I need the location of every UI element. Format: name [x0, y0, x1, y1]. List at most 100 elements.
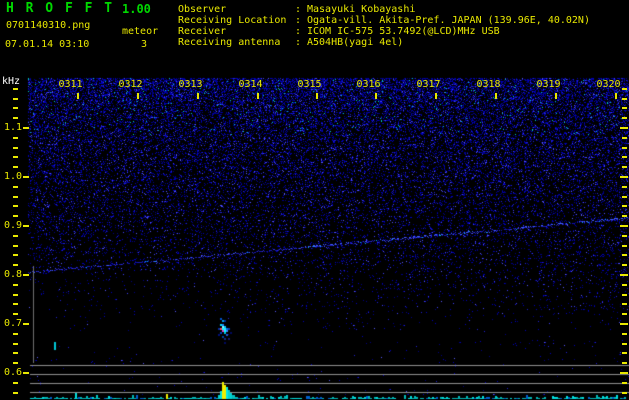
freq-tick-label: 0.7 — [3, 318, 22, 329]
freq-minor-tick — [13, 137, 18, 139]
freq-minor-tick-right — [622, 284, 627, 286]
freq-tick-mark-right — [620, 225, 628, 227]
info-label: Observer — [178, 4, 227, 15]
freq-minor-tick-right — [622, 117, 627, 119]
freq-minor-tick — [13, 294, 18, 296]
freq-minor-tick — [13, 284, 18, 286]
freq-minor-tick-right — [622, 235, 627, 237]
app-version: 1.00 — [122, 2, 151, 16]
freq-tick-label: 1.1 — [3, 122, 22, 133]
info-row: Receiving antenna: A504HB(yagi 4el) — [178, 37, 590, 48]
freq-minor-tick — [13, 362, 18, 364]
freq-tick-mark — [23, 274, 29, 276]
freq-minor-tick-right — [622, 137, 627, 139]
info-colon: : — [295, 37, 308, 48]
time-tick-mark — [495, 93, 497, 99]
freq-minor-tick — [13, 313, 18, 315]
info-row: Observer: Masayuki Kobayashi — [178, 4, 590, 15]
freq-minor-tick-right — [622, 294, 627, 296]
hrofft-screen: H R O F F T 1.00 0701140310.png meteor 0… — [0, 0, 629, 400]
info-colon: : — [295, 15, 308, 26]
freq-minor-tick — [13, 156, 18, 158]
time-tick-mark — [375, 93, 377, 99]
freq-minor-tick — [13, 382, 18, 384]
freq-minor-tick-right — [622, 196, 627, 198]
info-colon: : — [295, 4, 308, 15]
freq-tick-label: 0.8 — [3, 269, 22, 280]
freq-minor-tick-right — [622, 313, 627, 315]
time-tick-mark — [197, 93, 199, 99]
freq-minor-tick — [13, 264, 18, 266]
time-tick-mark — [615, 93, 617, 99]
time-tick-label: 0319 — [536, 79, 561, 90]
freq-tick-mark — [23, 225, 29, 227]
time-tick-label: 0318 — [476, 79, 501, 90]
info-value: A504HB(yagi 4el) — [307, 37, 404, 48]
time-tick-mark — [435, 93, 437, 99]
freq-tick-mark — [23, 176, 29, 178]
freq-minor-tick — [13, 254, 18, 256]
freq-minor-tick — [13, 343, 18, 345]
time-tick-mark — [257, 93, 259, 99]
info-row: Receiver: ICOM IC-575 53.7492(@LCD)MHz U… — [178, 26, 590, 37]
freq-minor-tick — [13, 215, 18, 217]
info-label: Receiving antenna — [178, 37, 281, 48]
time-tick-mark — [77, 93, 79, 99]
output-filename: 0701140310.png — [6, 20, 91, 31]
freq-tick-mark-right — [620, 176, 628, 178]
freq-tick-mark-right — [620, 274, 628, 276]
freq-minor-tick-right — [622, 264, 627, 266]
freq-minor-tick-right — [622, 107, 627, 109]
freq-minor-tick-right — [622, 88, 627, 90]
info-value: ICOM IC-575 53.7492(@LCD)MHz USB — [307, 26, 500, 37]
time-tick-label: 0312 — [118, 79, 143, 90]
freq-minor-tick-right — [622, 186, 627, 188]
freq-minor-tick-right — [622, 352, 627, 354]
time-tick-label: 0315 — [297, 79, 322, 90]
time-tick-label: 0313 — [178, 79, 203, 90]
freq-tick-label: 0.6 — [3, 367, 22, 378]
freq-minor-tick-right — [622, 343, 627, 345]
time-tick-label: 0317 — [416, 79, 441, 90]
freq-minor-tick — [13, 235, 18, 237]
info-label: Receiver — [178, 26, 227, 37]
time-tick-mark — [555, 93, 557, 99]
time-tick-mark — [316, 93, 318, 99]
time-tick-mark — [137, 93, 139, 99]
freq-minor-tick — [13, 117, 18, 119]
freq-tick-label: 1.0 — [3, 171, 22, 182]
info-value: Masayuki Kobayashi — [307, 4, 416, 15]
freq-tick-mark-right — [620, 127, 628, 129]
info-row: Receiving Location: Ogata-vill. Akita-Pr… — [178, 15, 590, 26]
freq-minor-tick-right — [622, 245, 627, 247]
datetime-label: 07.01.14 03:10 — [5, 39, 90, 50]
freq-minor-tick — [13, 88, 18, 90]
freq-tick-mark — [23, 323, 29, 325]
freq-minor-tick-right — [622, 303, 627, 305]
freq-minor-tick — [13, 98, 18, 100]
freq-minor-tick-right — [622, 205, 627, 207]
freq-minor-tick — [13, 352, 18, 354]
time-tick-label: 0314 — [238, 79, 263, 90]
freq-axis-unit: kHz — [2, 76, 21, 87]
freq-minor-tick — [13, 303, 18, 305]
freq-tick-label: 0.9 — [3, 220, 22, 231]
receiver-info-block: Observer: Masayuki Kobayashi Receiving Lo… — [178, 4, 590, 48]
freq-tick-mark — [23, 372, 29, 374]
freq-minor-tick-right — [622, 333, 627, 335]
time-tick-label: 0311 — [58, 79, 83, 90]
freq-minor-tick-right — [622, 392, 627, 394]
freq-minor-tick — [13, 147, 18, 149]
freq-minor-tick — [13, 196, 18, 198]
time-tick-label: 0320 — [596, 79, 621, 90]
freq-minor-tick-right — [622, 362, 627, 364]
mode-label: meteor — [122, 26, 159, 37]
freq-minor-tick — [13, 107, 18, 109]
freq-minor-tick — [13, 392, 18, 394]
freq-minor-tick — [13, 166, 18, 168]
freq-tick-mark-right — [620, 323, 628, 325]
freq-tick-mark — [23, 127, 29, 129]
freq-minor-tick-right — [622, 254, 627, 256]
info-colon: : — [295, 26, 308, 37]
meteor-count: 3 — [141, 39, 148, 50]
